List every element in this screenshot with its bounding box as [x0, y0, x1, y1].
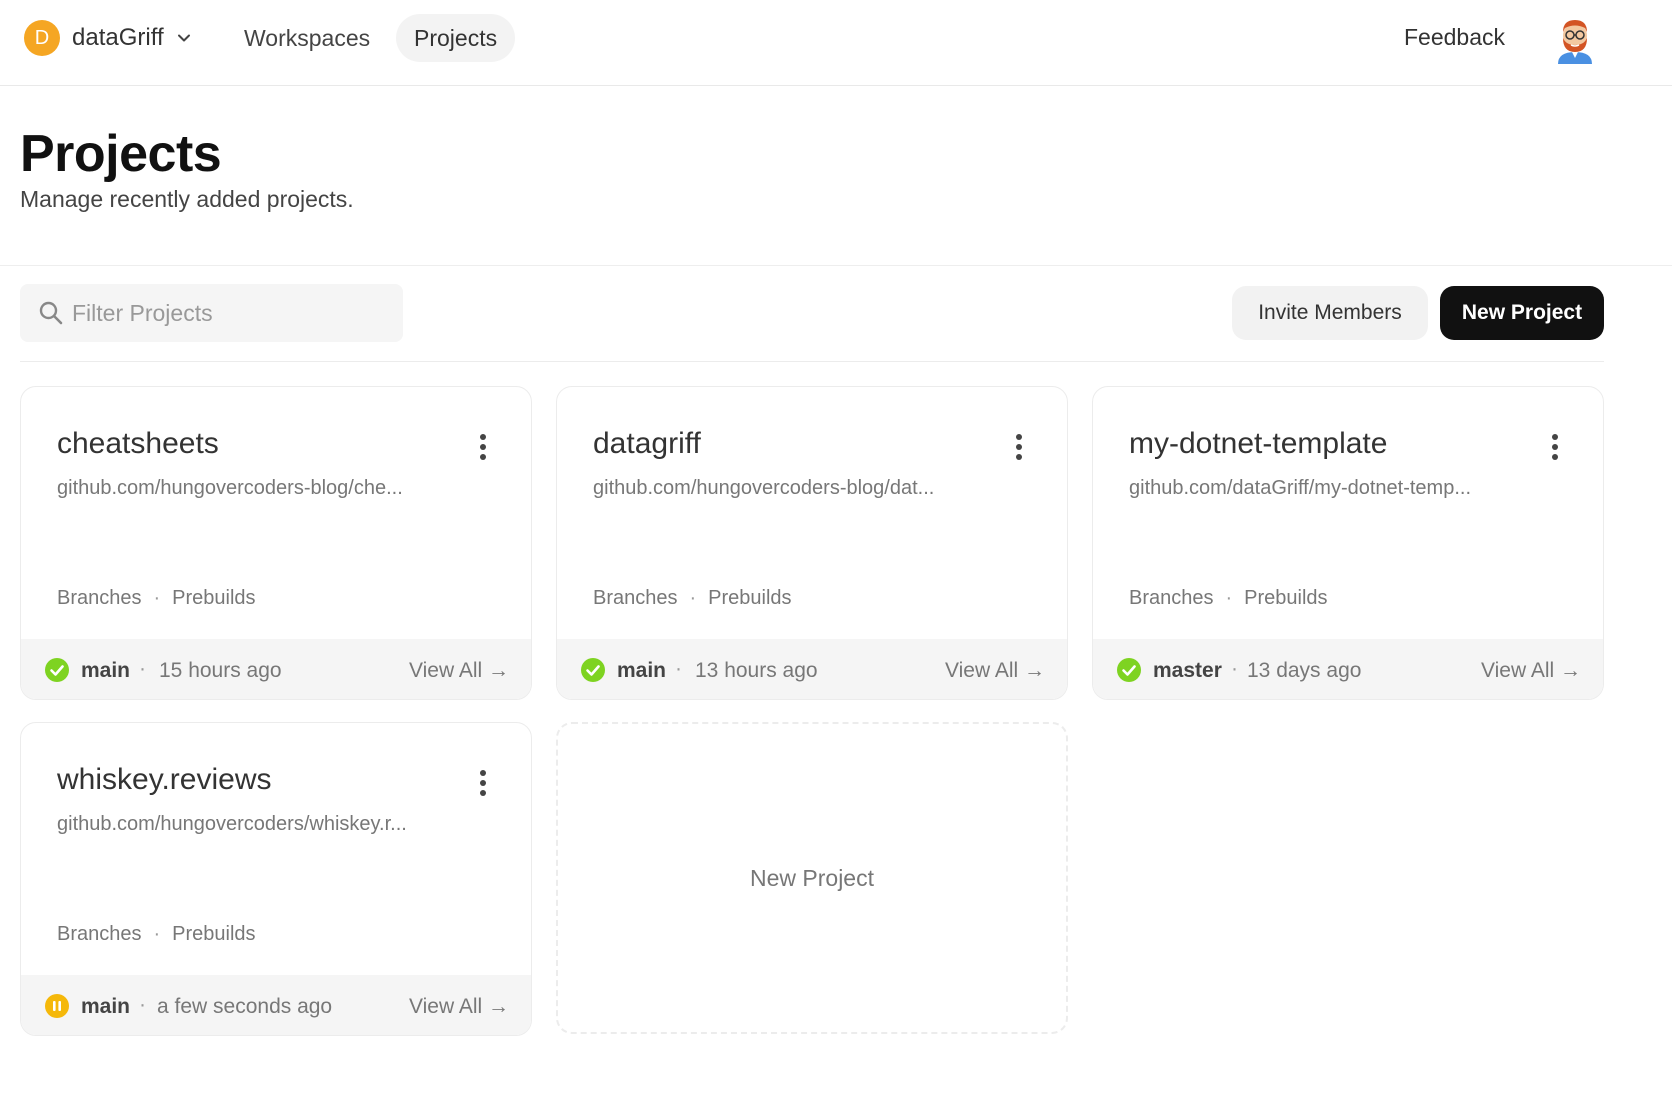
project-name[interactable]: my-dotnet-template [1129, 427, 1387, 461]
project-card-whiskey-reviews[interactable]: whiskey.reviews github.com/hungovercoder… [20, 722, 532, 1036]
more-options-icon[interactable] [479, 433, 487, 461]
project-links: Branches · Prebuilds [1129, 587, 1328, 610]
toolbar-divider [20, 361, 1604, 362]
filter-projects-field[interactable] [20, 284, 403, 342]
project-links: Branches · Prebuilds [593, 587, 792, 610]
prebuild-status-footer: main · 15 hours ago View All → [21, 639, 531, 699]
view-all-link[interactable]: View All → [409, 995, 509, 1019]
separator-dot: · [689, 587, 697, 609]
view-all-link[interactable]: View All → [409, 659, 509, 683]
branch-name: main [81, 659, 131, 682]
more-options-icon[interactable] [1015, 433, 1023, 461]
nav-feedback[interactable]: Feedback [1404, 24, 1505, 51]
branch-name: main [617, 659, 667, 682]
chevron-down-icon [177, 34, 190, 42]
project-card-my-dotnet-template[interactable]: my-dotnet-template github.com/dataGriff/… [1092, 386, 1604, 700]
prebuilds-link[interactable]: Prebuilds [172, 587, 255, 610]
search-icon [39, 301, 63, 325]
new-project-card[interactable]: New Project [556, 722, 1068, 1034]
page-title: Projects [20, 125, 222, 183]
prebuilds-link[interactable]: Prebuilds [1244, 587, 1327, 610]
project-name[interactable]: whiskey.reviews [57, 763, 272, 797]
check-circle-icon [581, 658, 605, 682]
project-repo-url: github.com/dataGriff/my-dotnet-temp... [1129, 477, 1472, 499]
prebuild-status-footer: main · 13 hours ago View All → [557, 639, 1067, 699]
branches-link[interactable]: Branches [57, 923, 142, 946]
org-switcher[interactable]: D dataGriff [24, 18, 192, 58]
more-options-icon[interactable] [479, 769, 487, 797]
last-prebuild-time: 15 hours ago [159, 659, 282, 682]
branches-link[interactable]: Branches [57, 587, 142, 610]
page-subtitle: Manage recently added projects. [20, 186, 354, 212]
branches-link[interactable]: Branches [1129, 587, 1214, 610]
project-name[interactable]: cheatsheets [57, 427, 219, 461]
check-circle-icon [1117, 658, 1141, 682]
prebuilds-link[interactable]: Prebuilds [172, 923, 255, 946]
org-name: dataGriff [72, 24, 164, 51]
separator-dot: · [1225, 587, 1233, 609]
separator-dot: · [153, 923, 161, 945]
branch-name: main [81, 995, 131, 1018]
project-repo-url: github.com/hungovercoders-blog/che... [57, 477, 403, 499]
separator-dot: · [139, 657, 146, 680]
org-avatar: D [24, 20, 60, 56]
top-navigation: D dataGriff Workspaces Projects Feedback [0, 0, 1672, 86]
project-card-cheatsheets[interactable]: cheatsheets github.com/hungovercoders-bl… [20, 386, 532, 700]
project-repo-url: github.com/hungovercoders-blog/dat... [593, 477, 935, 499]
project-card-datagriff[interactable]: datagriff github.com/hungovercoders-blog… [556, 386, 1068, 700]
last-prebuild-time: 13 days ago [1247, 659, 1362, 682]
new-project-button[interactable]: New Project [1440, 286, 1604, 340]
view-all-link[interactable]: View All → [1481, 659, 1581, 683]
prebuilds-link[interactable]: Prebuilds [708, 587, 791, 610]
new-project-card-label: New Project [750, 864, 874, 891]
separator-dot: · [139, 993, 146, 1016]
separator-dot: · [1231, 657, 1238, 680]
page-header: Projects Manage recently added projects. [0, 86, 1672, 266]
last-prebuild-time: 13 hours ago [695, 659, 818, 682]
prebuild-status-footer: main · a few seconds ago View All → [21, 975, 531, 1035]
branches-link[interactable]: Branches [593, 587, 678, 610]
nav-projects[interactable]: Projects [396, 14, 516, 62]
last-prebuild-time: a few seconds ago [157, 995, 333, 1018]
project-links: Branches · Prebuilds [57, 587, 256, 610]
check-circle-icon [45, 658, 69, 682]
project-name[interactable]: datagriff [593, 427, 701, 461]
pause-circle-icon [45, 994, 69, 1018]
view-all-link[interactable]: View All → [945, 659, 1045, 683]
project-links: Branches · Prebuilds [57, 923, 256, 946]
invite-members-button[interactable]: Invite Members [1232, 286, 1428, 340]
more-options-icon[interactable] [1551, 433, 1559, 461]
user-avatar[interactable] [1550, 14, 1600, 64]
nav-workspaces[interactable]: Workspaces [226, 14, 388, 62]
separator-dot: · [675, 657, 682, 680]
branch-name: master [1153, 659, 1222, 682]
filter-projects-input[interactable] [72, 299, 372, 327]
separator-dot: · [153, 587, 161, 609]
project-repo-url: github.com/hungovercoders/whiskey.r... [57, 813, 407, 835]
prebuild-status-footer: master · 13 days ago View All → [1093, 639, 1603, 699]
